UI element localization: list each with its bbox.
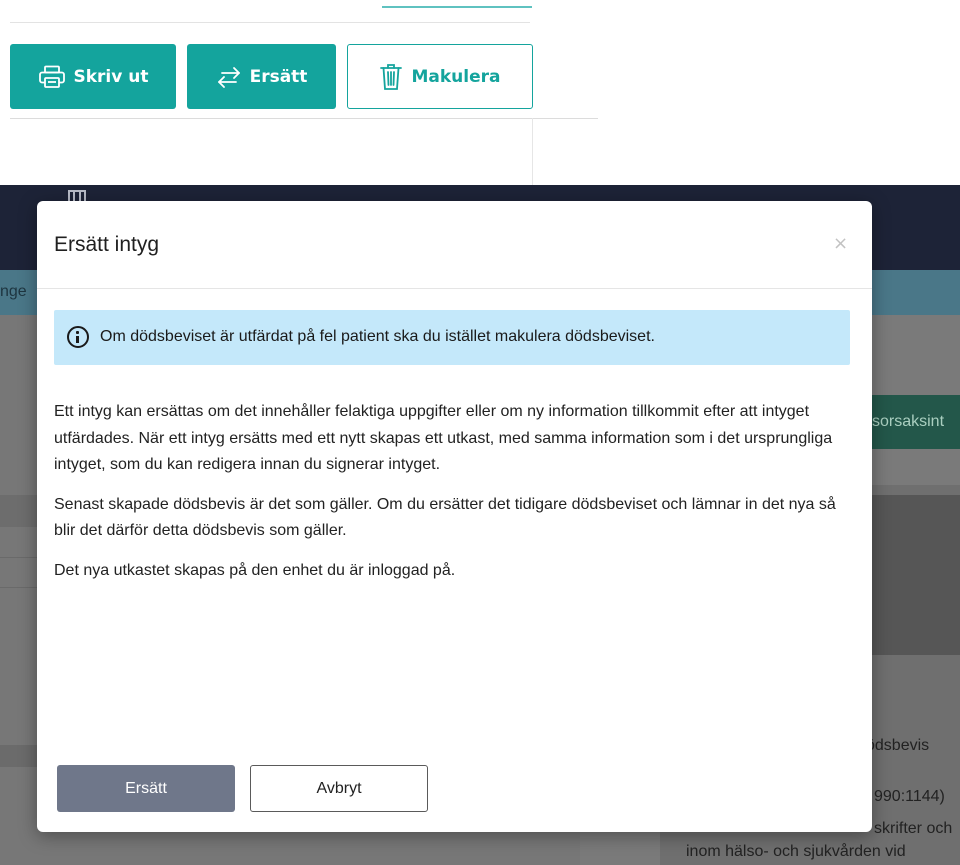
body-paragraph: Senast skapade dödsbevis är det som gäll… [54, 495, 836, 540]
trash-icon [379, 63, 403, 91]
printer-icon [38, 65, 66, 89]
body-paragraph: Ett intyg kan ersättas om det innehåller… [54, 403, 833, 473]
divider [532, 118, 533, 185]
sub-header-text: nge [0, 283, 27, 300]
dialog-title: Ersätt intyg [54, 233, 160, 256]
divider [10, 118, 598, 119]
background-action-label: sorsaksint [872, 413, 945, 430]
divider [10, 22, 530, 23]
dialog-header: Ersätt intyg × [37, 201, 872, 289]
side-panel-text: 990:1144) [874, 788, 945, 805]
replace-button-label: Ersätt [249, 66, 308, 87]
close-icon[interactable]: × [833, 233, 848, 254]
discard-button-label: Makulera [411, 66, 501, 87]
info-alert-text: Om dödsbeviset är utfärdat på fel patien… [100, 328, 655, 345]
replace-certificate-dialog: Ersätt intyg × Om dödsbeviset är utfärda… [37, 201, 872, 832]
side-panel-text: ödsbevis [866, 737, 930, 754]
print-button-label: Skriv ut [73, 66, 149, 87]
replace-button[interactable]: Ersätt [187, 44, 336, 109]
discard-button[interactable]: Makulera [347, 44, 533, 109]
print-button[interactable]: Skriv ut [10, 44, 176, 109]
body-paragraph: Det nya utkastet skapas på den enhet du … [54, 561, 456, 579]
side-panel-text: inom hälso- och sjukvården vid [686, 843, 906, 860]
side-panel-text: skrifter och [874, 820, 953, 837]
active-tab-indicator [382, 6, 532, 8]
confirm-replace-button[interactable]: Ersätt [57, 765, 235, 812]
info-icon [67, 326, 89, 348]
info-alert: Om dödsbeviset är utfärdat på fel patien… [54, 310, 850, 365]
swap-arrows-icon [216, 66, 242, 88]
toolbar-region: Skriv ut Ersätt Makulera [0, 0, 960, 185]
cancel-button[interactable]: Avbryt [250, 765, 428, 812]
dialog-body: Ett intyg kan ersättas om det innehåller… [54, 399, 854, 597]
